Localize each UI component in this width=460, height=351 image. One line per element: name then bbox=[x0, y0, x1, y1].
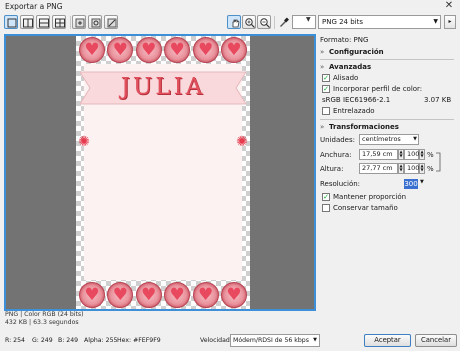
heart-circle bbox=[107, 282, 134, 308]
conservar-label: Conservar tamaño bbox=[333, 204, 398, 212]
aceptar-button[interactable]: Aceptar bbox=[364, 334, 411, 347]
zoom-page-icon[interactable] bbox=[104, 15, 118, 29]
next-arrow-button[interactable]: ▸ bbox=[444, 15, 456, 29]
percent-sign: % bbox=[427, 165, 434, 173]
link-proportion-icon[interactable] bbox=[435, 151, 445, 173]
file-info: PNG | Color RGB (24 bits) 432 KB | 63.3 … bbox=[5, 311, 84, 327]
format-select-value: PNG 24 bits bbox=[322, 18, 364, 26]
anchura-percent-input[interactable]: 100 bbox=[404, 149, 419, 160]
divider bbox=[320, 59, 454, 60]
velocidad-label: Velocidad: bbox=[200, 337, 232, 344]
chevron-icon: » bbox=[320, 123, 325, 131]
heart-circle bbox=[135, 37, 162, 63]
format-select[interactable]: PNG 24 bits ▼ bbox=[318, 15, 441, 29]
heart-circle bbox=[164, 282, 191, 308]
cancelar-button[interactable]: Cancelar bbox=[415, 334, 457, 347]
close-button[interactable]: ✕ bbox=[442, 0, 456, 12]
color-profile-size: 3.07 KB bbox=[424, 96, 452, 104]
status-bar: R: 254 G: 249 B: 249 Alpha: 255 Hex: #FE… bbox=[0, 334, 460, 351]
resolucion-label: Resolución: bbox=[320, 180, 361, 188]
red-value: R: 254 bbox=[5, 337, 25, 344]
name-banner: JULIA bbox=[80, 68, 246, 108]
altura-percent-stepper[interactable]: ▲ ▼ bbox=[419, 163, 425, 174]
chevron-icon: » bbox=[320, 63, 325, 71]
chevron-down-icon: ▼ bbox=[413, 136, 417, 142]
background-color-swatch[interactable] bbox=[292, 15, 316, 29]
heart-circle bbox=[192, 37, 219, 63]
heart-circle bbox=[220, 282, 247, 308]
mantener-label: Mantener proporción bbox=[333, 193, 407, 201]
preview-area[interactable]: JULIA ✺ ✺ bbox=[4, 34, 316, 311]
alpha-value: Alpha: 255 bbox=[84, 337, 118, 344]
heart-circle bbox=[164, 37, 191, 63]
file-info-format: PNG | Color RGB (24 bits) bbox=[5, 311, 84, 318]
quad-view-icon[interactable] bbox=[52, 15, 66, 29]
banner-title: JULIA bbox=[120, 74, 206, 100]
single-view-icon[interactable] bbox=[4, 15, 18, 29]
incorporar-checkbox[interactable]: ✓ bbox=[322, 85, 330, 93]
heart-circle bbox=[192, 282, 219, 308]
split-horizontal-icon[interactable] bbox=[36, 15, 50, 29]
altura-input[interactable]: 27,77 cm bbox=[359, 163, 398, 174]
file-info-size: 432 KB | 63.3 segundos bbox=[5, 319, 79, 326]
hand-tool-icon[interactable] bbox=[227, 15, 241, 29]
green-value: G: 249 bbox=[32, 337, 53, 344]
section-avanzadas[interactable]: » Avanzadas bbox=[320, 63, 371, 71]
flower-icon: ✺ bbox=[236, 134, 248, 150]
eyedropper-icon[interactable] bbox=[277, 15, 291, 29]
heart-circle bbox=[107, 37, 134, 63]
chevron-down-icon[interactable]: ▼ bbox=[306, 16, 311, 23]
anchura-label: Anchura: bbox=[320, 151, 352, 159]
blue-value: B: 249 bbox=[58, 337, 79, 344]
unidades-select[interactable]: centímetros ▼ bbox=[359, 134, 419, 145]
mantener-checkbox[interactable]: ✓ bbox=[322, 193, 330, 201]
zoom-out-icon[interactable] bbox=[257, 15, 271, 29]
incorporar-label: Incorporar perfil de color: bbox=[333, 85, 423, 93]
entrelazado-label: Entrelazado bbox=[333, 107, 375, 115]
page-preview: JULIA ✺ ✺ bbox=[76, 36, 250, 309]
format-label: Formato: PNG bbox=[320, 36, 369, 44]
entrelazado-checkbox[interactable] bbox=[322, 107, 330, 115]
anchura-input[interactable]: 17,59 cm bbox=[359, 149, 398, 160]
chevron-icon: » bbox=[320, 48, 325, 56]
toolbar: ▼ PNG 24 bits ▼ ▸ bbox=[0, 13, 460, 32]
heart-circle bbox=[220, 37, 247, 63]
chevron-down-icon: ▼ bbox=[433, 18, 438, 25]
velocidad-select[interactable]: Módem/RDSI de 56 kbps ▼ bbox=[230, 334, 320, 347]
bottom-heart-row bbox=[76, 281, 250, 309]
alisado-checkbox[interactable]: ✓ bbox=[322, 74, 330, 82]
flower-icon: ✺ bbox=[78, 134, 90, 150]
chevron-down-icon[interactable]: ▼ bbox=[420, 179, 424, 185]
altura-label: Altura: bbox=[320, 165, 344, 173]
divider bbox=[320, 119, 454, 120]
zoom-fit-icon[interactable] bbox=[88, 15, 102, 29]
section-configuracion[interactable]: » Configuración bbox=[320, 48, 384, 56]
resolucion-input[interactable]: 300 bbox=[404, 179, 418, 189]
color-profile-name: sRGB IEC61966-2.1 bbox=[322, 96, 391, 104]
split-vertical-icon[interactable] bbox=[20, 15, 34, 29]
unidades-label: Unidades: bbox=[320, 136, 355, 144]
top-heart-row bbox=[76, 36, 250, 64]
heart-circle bbox=[79, 282, 105, 308]
conservar-checkbox[interactable] bbox=[322, 204, 330, 212]
heart-circle bbox=[135, 282, 162, 308]
zoom-in-icon[interactable] bbox=[242, 15, 256, 29]
alisado-label: Alisado bbox=[333, 74, 359, 82]
anchura-percent-stepper[interactable]: ▲ ▼ bbox=[419, 149, 425, 160]
altura-percent-input[interactable]: 100 bbox=[404, 163, 419, 174]
window-title: Exportar a PNG bbox=[5, 2, 63, 11]
percent-sign: % bbox=[427, 151, 434, 159]
chevron-down-icon: ▼ bbox=[313, 337, 317, 343]
section-transformaciones[interactable]: » Transformaciones bbox=[320, 123, 399, 131]
heart-circle bbox=[79, 37, 105, 63]
pan-view-icon[interactable] bbox=[72, 15, 86, 29]
hex-value: Hex: #FEF9F9 bbox=[117, 337, 161, 344]
